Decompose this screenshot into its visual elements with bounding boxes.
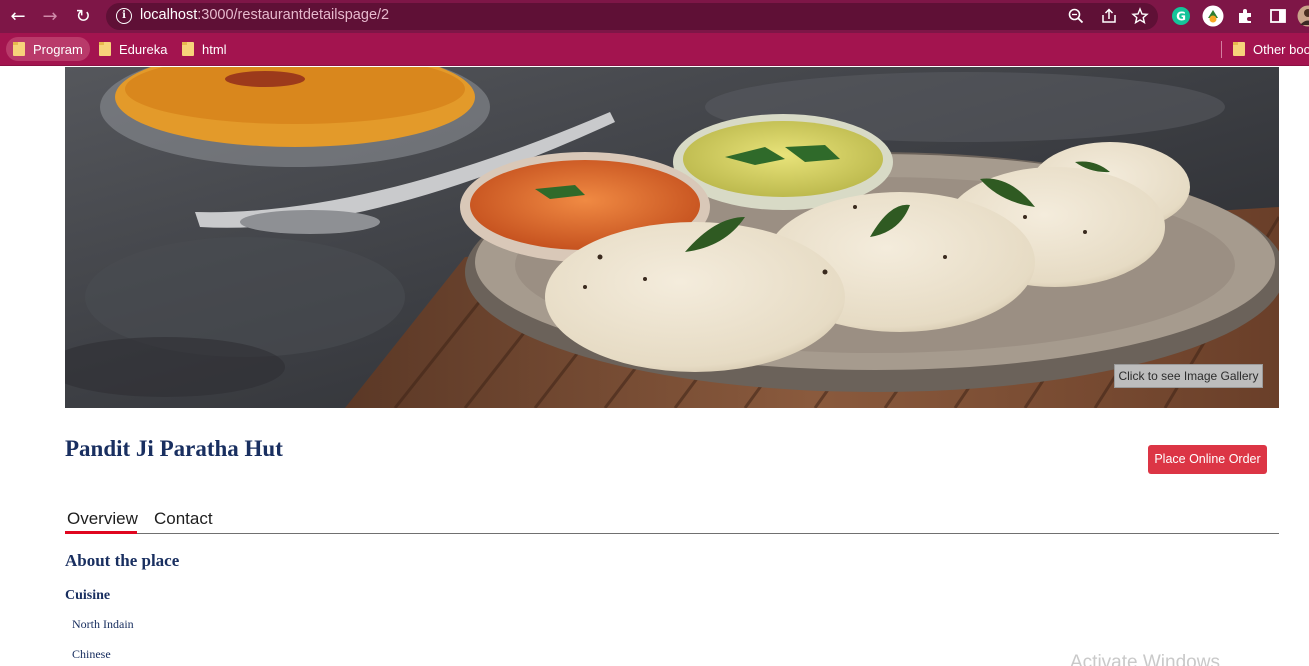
extension-icon[interactable] (1202, 5, 1224, 27)
url-host: localhost (140, 7, 198, 23)
tab-contact[interactable]: Contact (154, 509, 213, 529)
zoom-icon[interactable] (1067, 7, 1085, 25)
tab-overview[interactable]: Overview (67, 509, 138, 529)
image-gallery-button[interactable]: Click to see Image Gallery (1114, 364, 1263, 388)
cuisine-item: North Indain (72, 617, 134, 631)
browser-toolbar: ← → ↻ i localhost:3000/restaurantdetails… (0, 0, 1309, 33)
cuisine-item: Chinese (72, 647, 111, 661)
bookmark-program[interactable]: Program (6, 37, 90, 61)
reload-icon[interactable]: ↻ (72, 6, 94, 28)
share-icon[interactable] (1100, 7, 1118, 25)
bookmark-html[interactable]: html (175, 37, 234, 61)
forward-arrow-icon[interactable]: → (39, 6, 61, 28)
address-bar[interactable]: i localhost:3000/restaurantdetailspage/2 (106, 3, 1158, 30)
folder-icon (99, 42, 111, 56)
bookmark-star-icon[interactable] (1131, 7, 1149, 25)
back-arrow-icon[interactable]: ← (7, 6, 29, 28)
tabs-underline (65, 533, 1279, 534)
restaurant-name: Pandit Ji Paratha Hut (65, 436, 283, 461)
bookmark-label: html (202, 41, 227, 57)
bookmarks-bar: Program Edureka html Other boo (0, 33, 1309, 66)
bookmarks-divider (1221, 41, 1222, 58)
profile-avatar[interactable] (1297, 5, 1309, 27)
side-panel-icon[interactable] (1268, 6, 1288, 26)
cuisine-heading: Cuisine (65, 588, 111, 603)
svg-text:G: G (1176, 10, 1186, 24)
place-online-order-button[interactable]: Place Online Order (1148, 445, 1267, 474)
other-bookmarks[interactable]: Other boo (1226, 37, 1309, 61)
active-tab-indicator (65, 531, 137, 534)
folder-icon (182, 42, 194, 56)
bookmark-edureka[interactable]: Edureka (92, 37, 174, 61)
grammarly-extension-icon[interactable]: G (1171, 6, 1191, 26)
site-info-icon[interactable]: i (116, 8, 132, 24)
folder-icon (1233, 42, 1245, 56)
bookmark-label: Program (33, 41, 83, 57)
restaurant-hero-image (65, 67, 1279, 408)
bookmark-label: Edureka (119, 41, 168, 57)
extensions-puzzle-icon[interactable] (1236, 6, 1256, 26)
address-url[interactable]: localhost:3000/restaurantdetailspage/2 (140, 7, 389, 23)
other-bookmarks-label: Other boo (1253, 41, 1309, 57)
url-path: :3000/restaurantdetailspage/2 (197, 7, 390, 23)
activate-windows-watermark: Activate Windows (1070, 652, 1220, 666)
about-heading: About the place (65, 551, 180, 570)
folder-icon (13, 42, 25, 56)
